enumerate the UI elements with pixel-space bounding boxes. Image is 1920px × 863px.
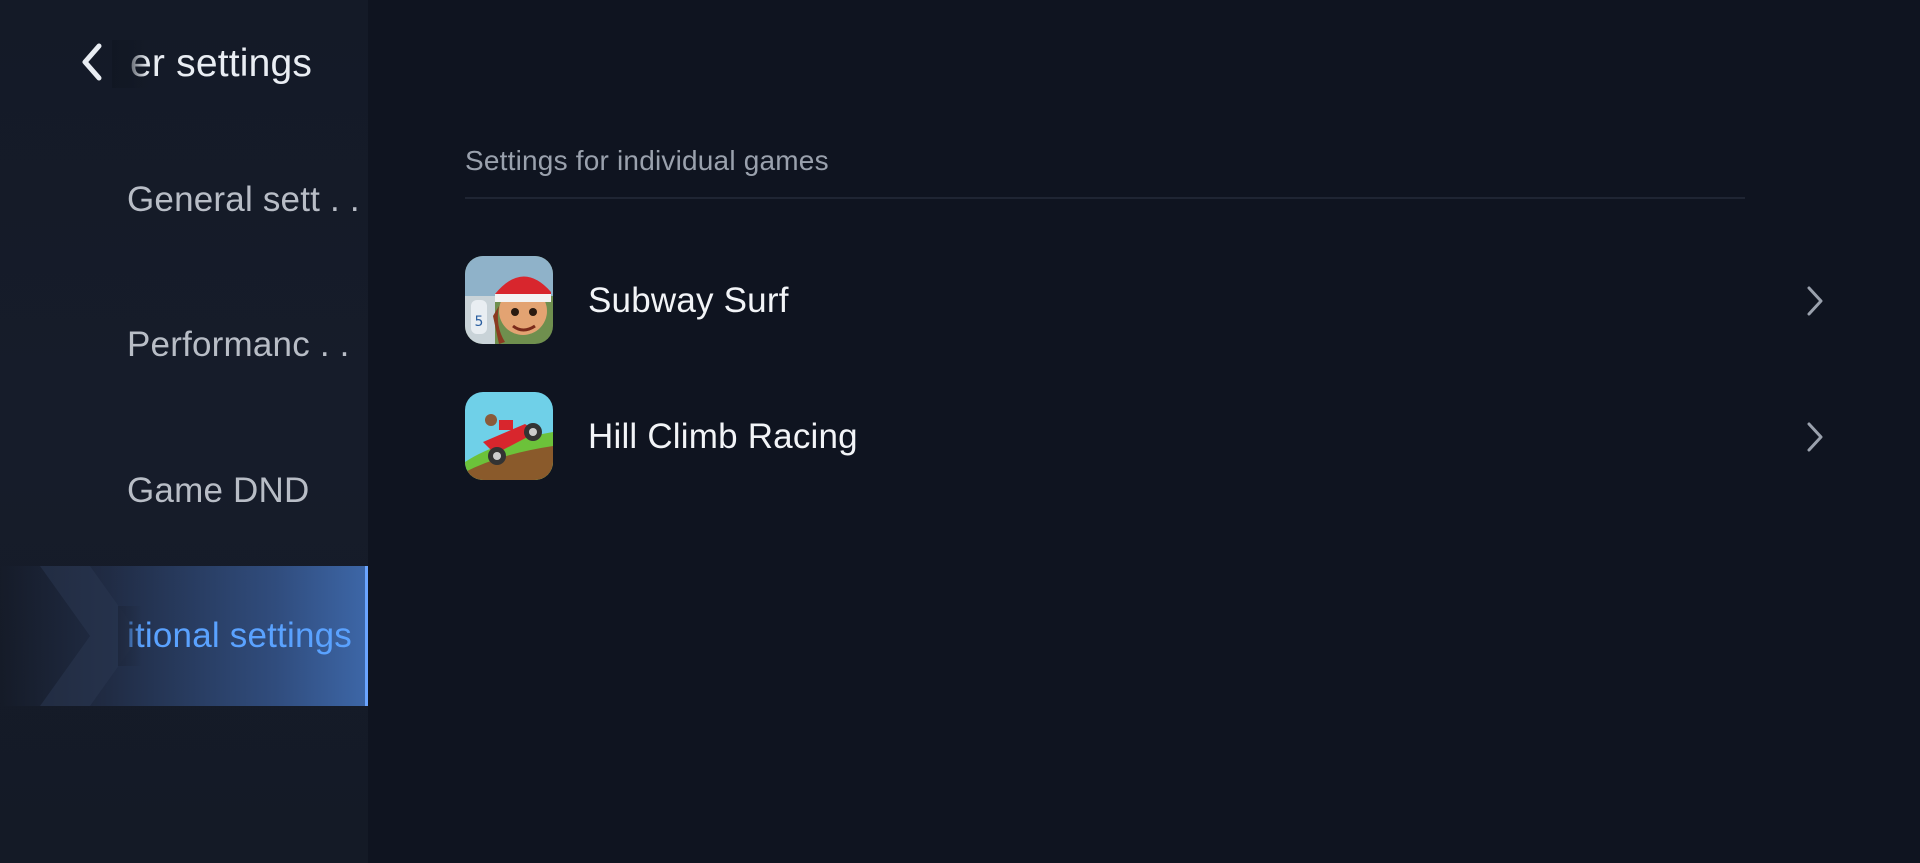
sidebar-item-general-settings[interactable]: General sett . . [0, 130, 368, 270]
page-title: er settings [130, 42, 313, 85]
subway-surf-app-icon: 5 [465, 256, 553, 344]
sidebar-item-additional-settings[interactable]: itional settings [0, 566, 368, 706]
section-divider [465, 197, 1745, 199]
sidebar-item-label: Game DND [127, 471, 310, 510]
back-button[interactable] [70, 40, 114, 84]
sidebar-item-label: Performanc . . [127, 325, 350, 364]
sidebar-item-performance[interactable]: Performanc . . [0, 275, 368, 415]
section-title: Settings for individual games [465, 145, 829, 176]
chevron-right-icon [1800, 420, 1830, 454]
game-row-subway-surf[interactable]: 5 Subway Surf [465, 256, 1830, 346]
hill-climb-racing-app-icon [465, 392, 553, 480]
sidebar-item-game-dnd[interactable]: Game DND [0, 421, 368, 561]
chevron-right-icon [1800, 284, 1830, 318]
label-fade-overlay [118, 606, 142, 666]
chevron-left-icon [82, 43, 102, 81]
main-content: Settings for individual games 5 Subway S… [368, 0, 1920, 863]
game-row-hill-climb-racing[interactable]: Hill Climb Racing [465, 392, 1830, 482]
game-name: Subway Surf [588, 281, 789, 320]
title-fade-overlay [112, 40, 148, 88]
svg-text:5: 5 [475, 314, 484, 330]
game-settings-screen: General sett . . Performanc . . Game DND… [0, 0, 1920, 863]
game-name: Hill Climb Racing [588, 417, 858, 456]
sidebar-item-label: itional settings [127, 616, 352, 655]
sidebar-item-label: General sett . . [127, 180, 357, 219]
